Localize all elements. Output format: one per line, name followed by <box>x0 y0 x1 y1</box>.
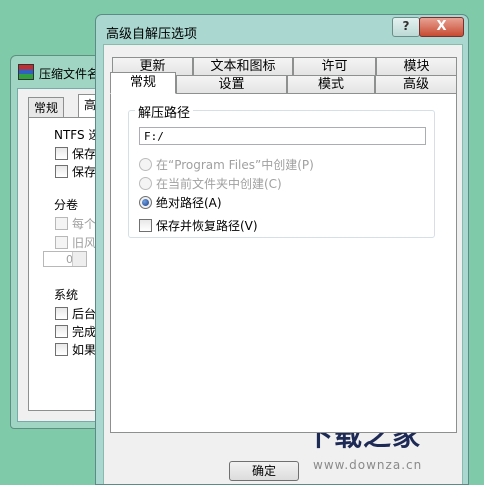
dialog-client-area: 更新 文本和图标 许可 模块 常规 设置 模式 高级 解压路径 在“Progra… <box>103 44 463 484</box>
checkbox <box>55 236 68 249</box>
watermark-url: www.downza.cn <box>313 458 423 472</box>
checkbox[interactable] <box>55 147 68 160</box>
volume-group-title: 分卷 <box>54 198 79 212</box>
ok-button[interactable]: 确定 <box>229 461 299 481</box>
radio-absolute-path[interactable]: 绝对路径(A) <box>139 194 222 211</box>
extract-path-input[interactable] <box>139 127 426 145</box>
background-window-title: 压缩文件名 <box>39 67 100 81</box>
tab-advanced[interactable]: 高级 <box>375 75 457 93</box>
tab-license[interactable]: 许可 <box>293 57 376 75</box>
sfx-options-dialog[interactable]: 高级自解压选项 ? X 更新 文本和图标 许可 模块 常规 设置 模式 高级 解… <box>95 14 469 485</box>
checkbox[interactable] <box>139 219 152 232</box>
bg-tab-general[interactable]: 常规 <box>28 97 65 118</box>
radio-button[interactable] <box>139 196 152 209</box>
radio-program-files: 在“Program Files”中创建(P) <box>139 156 314 173</box>
tab-general[interactable]: 常规 <box>110 72 176 94</box>
help-button[interactable]: ? <box>392 17 420 37</box>
extract-path-group-title: 解压路径 <box>135 102 194 121</box>
checkbox[interactable] <box>55 343 68 356</box>
tab-setup[interactable]: 设置 <box>176 75 287 93</box>
tab-mode[interactable]: 模式 <box>287 75 375 93</box>
checkbox[interactable] <box>55 325 68 338</box>
close-button[interactable]: X <box>419 17 464 37</box>
tab-modules[interactable]: 模块 <box>376 57 457 75</box>
system-group-title: 系统 <box>54 288 79 302</box>
tab-text-icon[interactable]: 文本和图标 <box>193 57 293 75</box>
dialog-title: 高级自解压选项 <box>106 27 198 42</box>
checkbox[interactable] <box>55 307 68 320</box>
radio-current-folder: 在当前文件夹中创建(C) <box>139 175 282 192</box>
checkbox <box>55 217 68 230</box>
checkbox[interactable] <box>55 165 68 178</box>
spin-arrows-icon <box>72 252 86 266</box>
winrar-icon <box>18 64 34 80</box>
radio-button <box>139 158 152 171</box>
tab-page-general: 解压路径 在“Program Files”中创建(P) 在当前文件夹中创建(C)… <box>110 93 457 433</box>
checkbox-save-restore-path[interactable]: 保存并恢复路径(V) <box>139 217 258 234</box>
radio-button <box>139 177 152 190</box>
extract-path-group: 解压路径 在“Program Files”中创建(P) 在当前文件夹中创建(C)… <box>128 102 435 238</box>
volume-spin-box: 0 <box>43 251 87 267</box>
